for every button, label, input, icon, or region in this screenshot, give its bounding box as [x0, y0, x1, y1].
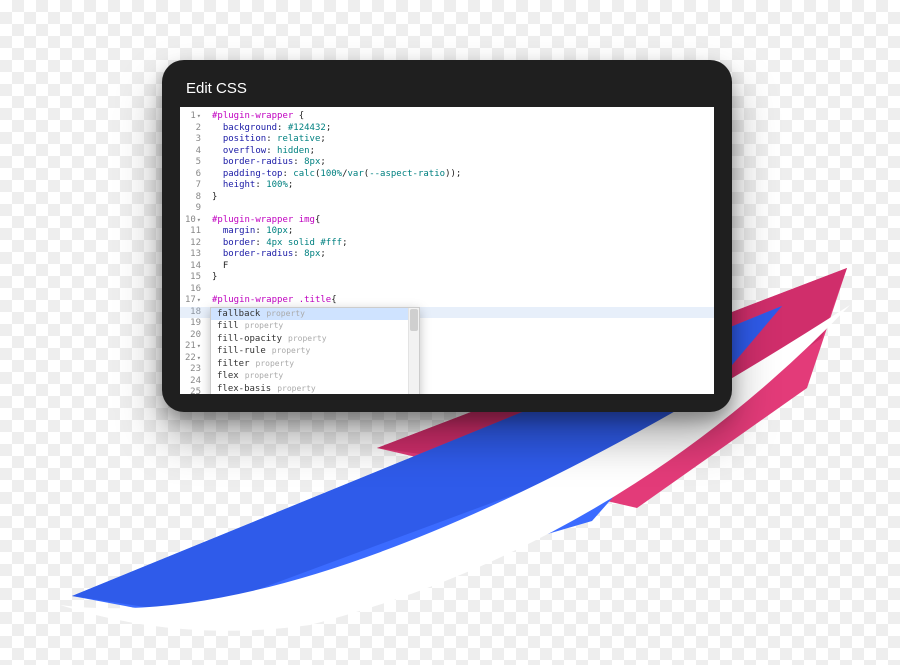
- line-number: 5: [180, 157, 201, 169]
- autocomplete-item-kind: property: [256, 358, 295, 371]
- line-number: 21: [180, 341, 201, 353]
- code-line[interactable]: [212, 203, 710, 215]
- line-number: 1: [180, 111, 201, 123]
- autocomplete-item[interactable]: flex property: [211, 370, 419, 383]
- code-line[interactable]: [212, 284, 710, 296]
- line-number: 24: [180, 376, 201, 388]
- line-number: 25: [180, 387, 201, 394]
- line-number: 10: [180, 215, 201, 227]
- autocomplete-item-name: flex-basis: [217, 383, 271, 395]
- code-line[interactable]: }: [212, 272, 710, 284]
- line-number-gutter: 1234567891011121314151617181920212223242…: [180, 107, 206, 394]
- autocomplete-item-kind: property: [277, 383, 316, 395]
- autocomplete-item-kind: property: [272, 345, 311, 358]
- line-number: 3: [180, 134, 201, 146]
- autocomplete-item[interactable]: flex-basis property: [211, 383, 419, 395]
- stage: Edit CSS 1234567891011121314151617181920…: [0, 0, 900, 665]
- code-line[interactable]: height: 100%;: [212, 180, 710, 192]
- line-number: 23: [180, 364, 201, 376]
- line-number: 9: [180, 203, 201, 215]
- autocomplete-item[interactable]: filter property: [211, 358, 419, 371]
- line-number: 16: [180, 284, 201, 296]
- line-number: 17: [180, 295, 201, 307]
- autocomplete-item[interactable]: fill property: [211, 320, 419, 333]
- code-line[interactable]: border: 4px solid #fff;: [212, 238, 710, 250]
- code-line[interactable]: #plugin-wrapper img{: [212, 215, 710, 227]
- line-number: 18: [180, 307, 201, 319]
- autocomplete-item-name: fill-rule: [217, 345, 266, 358]
- autocomplete-scroll-thumb[interactable]: [410, 309, 418, 331]
- line-number: 22: [180, 353, 201, 365]
- line-number: 20: [180, 330, 201, 342]
- autocomplete-item-kind: property: [288, 333, 327, 346]
- autocomplete-item[interactable]: fill-opacity property: [211, 333, 419, 346]
- autocomplete-item-name: flex: [217, 370, 239, 383]
- code-line[interactable]: #plugin-wrapper {: [212, 111, 710, 123]
- autocomplete-item[interactable]: fallback property: [211, 308, 419, 321]
- autocomplete-item-name: fill: [217, 320, 239, 333]
- autocomplete-item-name: filter: [217, 358, 250, 371]
- line-number: 4: [180, 146, 201, 158]
- autocomplete-item-kind: property: [245, 370, 284, 383]
- code-editor[interactable]: 1234567891011121314151617181920212223242…: [180, 107, 714, 394]
- code-line[interactable]: border-radius: 8px;: [212, 249, 710, 261]
- code-line[interactable]: padding-top: calc(100%/var(--aspect-rati…: [212, 169, 710, 181]
- code-line[interactable]: position: relative;: [212, 134, 710, 146]
- code-line[interactable]: border-radius: 8px;: [212, 157, 710, 169]
- line-number: 12: [180, 238, 201, 250]
- code-line[interactable]: #plugin-wrapper .title{: [212, 295, 710, 307]
- window-title: Edit CSS: [180, 74, 714, 107]
- tablet-frame: Edit CSS 1234567891011121314151617181920…: [162, 60, 732, 412]
- autocomplete-item-name: fill-opacity: [217, 333, 282, 346]
- code-line[interactable]: F: [212, 261, 710, 273]
- code-line[interactable]: background: #124432;: [212, 123, 710, 135]
- line-number: 19: [180, 318, 201, 330]
- code-line[interactable]: overflow: hidden;: [212, 146, 710, 158]
- autocomplete-scrollbar[interactable]: [408, 308, 419, 395]
- line-number: 15: [180, 272, 201, 284]
- line-number: 6: [180, 169, 201, 181]
- line-number: 13: [180, 249, 201, 261]
- line-number: 8: [180, 192, 201, 204]
- line-number: 7: [180, 180, 201, 192]
- code-line[interactable]: margin: 10px;: [212, 226, 710, 238]
- autocomplete-item-kind: property: [245, 320, 284, 333]
- line-number: 2: [180, 123, 201, 135]
- line-number: 11: [180, 226, 201, 238]
- line-number: 14: [180, 261, 201, 273]
- autocomplete-item-name: fallback: [217, 308, 260, 321]
- tablet-screen: Edit CSS 1234567891011121314151617181920…: [180, 74, 714, 394]
- autocomplete-item[interactable]: fill-rule property: [211, 345, 419, 358]
- autocomplete-popup[interactable]: fallbackpropertyfillpropertyfill-opacity…: [210, 307, 420, 395]
- code-line[interactable]: }: [212, 192, 710, 204]
- autocomplete-item-kind: property: [266, 308, 305, 321]
